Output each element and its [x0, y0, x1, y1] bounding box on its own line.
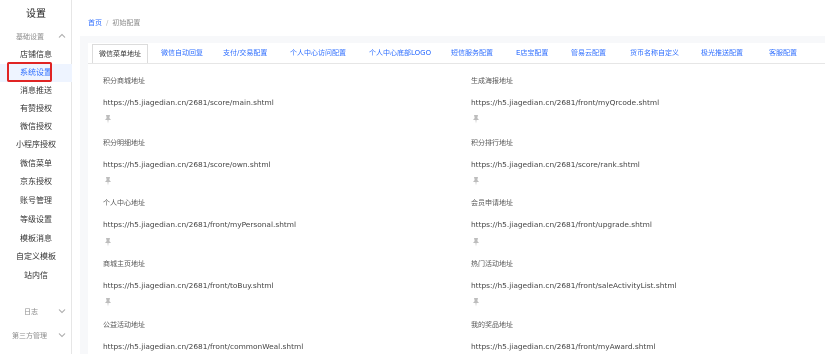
- sidebar-item-jd-auth[interactable]: 京东授权: [0, 173, 72, 191]
- sidebar-group-log-label: 日志: [24, 308, 38, 316]
- field-label-mall-home: 商城主页地址: [103, 260, 145, 268]
- field-url-personal-center: https://h5.jiagedian.cn/2681/front/myPer…: [103, 220, 297, 229]
- field-label-poster: 生成海报地址: [471, 77, 513, 85]
- field-url-points-detail: https://h5.jiagedian.cn/2681/score/own.s…: [103, 160, 271, 169]
- sidebar-item-custom-template[interactable]: 自定义模板: [0, 248, 72, 266]
- tab-currency-name[interactable]: 货币名称自定义: [630, 45, 679, 61]
- topbar: [72, 0, 831, 12]
- sidebar: 设置 基础设置 店铺信息 系统设置 消息推送 有赞授权 微信授权 小程序授权 微…: [0, 0, 72, 354]
- field-url-my-award: https://h5.jiagedian.cn/2681/front/myAwa…: [471, 342, 656, 351]
- tab-wechat-auto-reply[interactable]: 微信自动回复: [161, 45, 203, 61]
- tab-guanyiyun-config[interactable]: 管易云配置: [571, 45, 606, 61]
- tab-personal-center-access[interactable]: 个人中心访问配置: [290, 45, 346, 61]
- field-url-poster: https://h5.jiagedian.cn/2681/front/myQrc…: [471, 98, 660, 107]
- sidebar-item-shop-info[interactable]: 店铺信息: [0, 46, 72, 64]
- field-label-charity-activity: 公益活动地址: [103, 321, 145, 329]
- sidebar-group-third-party-label: 第三方管理: [12, 332, 47, 340]
- sidebar-item-level-settings[interactable]: 等级设置: [0, 211, 72, 229]
- pin-icon[interactable]: [103, 237, 113, 247]
- pin-icon[interactable]: [471, 114, 481, 124]
- pin-icon[interactable]: [471, 297, 481, 307]
- sidebar-group-basic-label: 基础设置: [16, 33, 44, 41]
- field-label-points-mall: 积分商城地址: [103, 77, 145, 85]
- sidebar-item-account-management[interactable]: 账号管理: [0, 192, 72, 210]
- pin-icon[interactable]: [103, 114, 113, 124]
- tab-wechat-menu-url[interactable]: 微信菜单地址: [92, 44, 148, 63]
- app-root: 设置 基础设置 店铺信息 系统设置 消息推送 有赞授权 微信授权 小程序授权 微…: [0, 0, 831, 354]
- pin-icon[interactable]: [471, 237, 481, 247]
- tab-edianbao-config[interactable]: E店宝配置: [516, 45, 548, 61]
- sidebar-group-log[interactable]: 日志: [0, 303, 72, 321]
- tab-payment-config[interactable]: 支付/交易配置: [223, 45, 267, 61]
- sidebar-title: 设置: [26, 9, 46, 20]
- pin-icon[interactable]: [471, 176, 481, 186]
- tab-jpush-config[interactable]: 极光推送配置: [701, 45, 743, 61]
- sidebar-group-basic[interactable]: 基础设置: [0, 28, 72, 46]
- chevron-down-icon: [58, 333, 66, 338]
- breadcrumb-separator: /: [106, 19, 109, 27]
- field-url-member-apply: https://h5.jiagedian.cn/2681/front/upgra…: [471, 220, 652, 229]
- field-url-points-mall: https://h5.jiagedian.cn/2681/score/main.…: [103, 98, 274, 107]
- sidebar-item-system-settings[interactable]: 系统设置: [0, 64, 72, 82]
- sidebar-item-inbox[interactable]: 站内信: [0, 267, 72, 285]
- breadcrumb: 首页 / 初始配置: [88, 14, 140, 32]
- chevron-up-icon: [58, 33, 66, 38]
- sidebar-item-youzan-auth[interactable]: 有赞授权: [0, 100, 72, 118]
- field-url-hot-activity: https://h5.jiagedian.cn/2681/front/saleA…: [471, 281, 677, 290]
- pin-icon[interactable]: [103, 176, 113, 186]
- field-url-points-rank: https://h5.jiagedian.cn/2681/score/rank.…: [471, 160, 640, 169]
- breadcrumb-current: 初始配置: [112, 19, 141, 27]
- field-label-hot-activity: 热门活动地址: [471, 260, 513, 268]
- tab-personal-center-logo[interactable]: 个人中心底部LOGO: [369, 45, 431, 61]
- sidebar-item-wechat-menu[interactable]: 微信菜单: [0, 155, 72, 173]
- sidebar-group-third-party[interactable]: 第三方管理: [0, 327, 72, 345]
- field-url-charity-activity: https://h5.jiagedian.cn/2681/front/commo…: [103, 342, 304, 351]
- tab-bar: 微信菜单地址 微信自动回复 支付/交易配置 个人中心访问配置 个人中心底部LOG…: [88, 43, 825, 64]
- field-label-points-rank: 积分排行地址: [471, 139, 513, 147]
- field-label-member-apply: 会员申请地址: [471, 199, 513, 207]
- chevron-down-icon: [58, 309, 66, 314]
- field-label-personal-center: 个人中心地址: [103, 199, 145, 207]
- pin-icon[interactable]: [103, 297, 113, 307]
- sidebar-item-message-push[interactable]: 消息推送: [0, 82, 72, 100]
- sidebar-item-template-message[interactable]: 模板消息: [0, 230, 72, 248]
- tab-sms-service[interactable]: 短信服务配置: [451, 45, 493, 61]
- field-url-mall-home: https://h5.jiagedian.cn/2681/front/toBuy…: [103, 281, 274, 290]
- breadcrumb-home-link[interactable]: 首页: [88, 19, 102, 27]
- sidebar-item-wechat-auth[interactable]: 微信授权: [0, 118, 72, 136]
- field-label-points-detail: 积分明细地址: [103, 139, 145, 147]
- menu-url-panel: 积分商城地址 https://h5.jiagedian.cn/2681/scor…: [88, 64, 825, 354]
- sidebar-item-miniprogram-auth[interactable]: 小程序授权: [0, 136, 72, 154]
- tab-customer-service[interactable]: 客服配置: [769, 45, 797, 61]
- field-label-my-award: 我的奖品地址: [471, 321, 513, 329]
